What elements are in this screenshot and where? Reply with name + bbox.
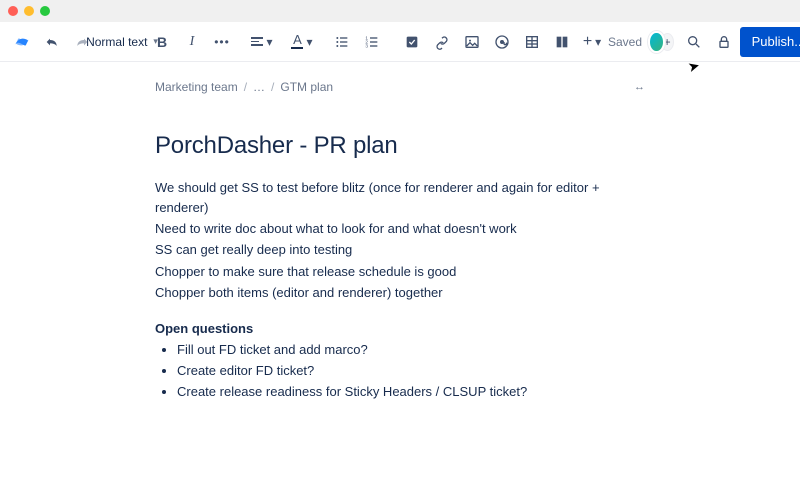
save-status: Saved (608, 35, 642, 49)
body-paragraph[interactable]: Chopper both items (editor and renderer)… (155, 283, 645, 303)
page-width-toggle-icon[interactable]: ↔ (634, 81, 645, 93)
window-minimize-dot[interactable] (24, 6, 34, 16)
body-paragraph[interactable]: Need to write doc about what to look for… (155, 219, 645, 239)
restrictions-button[interactable] (710, 28, 738, 56)
align-left-icon (251, 37, 263, 46)
numbered-list-button[interactable]: 123 (358, 28, 386, 56)
bold-button[interactable]: B (148, 28, 176, 56)
redo-button[interactable] (68, 28, 96, 56)
window-titlebar (0, 0, 800, 22)
insert-more-dropdown[interactable]: + ▾ (578, 28, 606, 56)
section-heading[interactable]: Open questions (155, 321, 645, 336)
layouts-button[interactable] (548, 28, 576, 56)
bullet-list-button[interactable] (328, 28, 356, 56)
link-button[interactable] (428, 28, 456, 56)
publish-label: Publish... (752, 34, 800, 49)
list-item[interactable]: Create release readiness for Sticky Head… (177, 382, 645, 402)
chevron-down-icon: ▾ (306, 35, 312, 49)
chevron-down-icon: ▾ (266, 35, 272, 49)
text-color-dropdown[interactable]: A ▾ (288, 28, 316, 56)
table-button[interactable] (518, 28, 546, 56)
breadcrumb-root[interactable]: Marketing team (155, 80, 238, 94)
breadcrumb-ellipsis[interactable]: … (253, 80, 265, 94)
undo-button[interactable] (38, 28, 66, 56)
body-paragraph[interactable]: We should get SS to test before blitz (o… (155, 178, 645, 218)
body-paragraph[interactable]: SS can get really deep into testing (155, 240, 645, 260)
publish-button[interactable]: Publish... (740, 27, 800, 57)
image-button[interactable] (458, 28, 486, 56)
editor-toolbar: Normal text ▾ B I ••• ▾ A ▾ 123 (0, 22, 800, 62)
chevron-down-icon: ▾ (595, 35, 601, 49)
breadcrumb-separator: / (244, 80, 247, 94)
open-questions-list[interactable]: Fill out FD ticket and add marco? Create… (155, 340, 645, 402)
list-item[interactable]: Create editor FD ticket? (177, 361, 645, 381)
confluence-logo[interactable] (8, 28, 36, 56)
breadcrumb-current[interactable]: GTM plan (280, 80, 333, 94)
action-item-button[interactable] (398, 28, 426, 56)
window-zoom-dot[interactable] (40, 6, 50, 16)
alignment-dropdown[interactable]: ▾ (248, 28, 276, 56)
color-swatch (291, 47, 303, 49)
page-title[interactable]: PorchDasher - PR plan (155, 132, 645, 160)
breadcrumb: Marketing team / … / GTM plan ↔ (155, 80, 645, 94)
avatar[interactable] (648, 31, 665, 53)
more-formatting-button[interactable]: ••• (208, 28, 236, 56)
svg-text:3: 3 (365, 43, 368, 48)
body-paragraph[interactable]: Chopper to make sure that release schedu… (155, 262, 645, 282)
mention-button[interactable] (488, 28, 516, 56)
window-close-dot[interactable] (8, 6, 18, 16)
breadcrumb-separator: / (271, 80, 274, 94)
text-style-dropdown[interactable]: Normal text ▾ (108, 28, 136, 56)
list-item[interactable]: Fill out FD ticket and add marco? (177, 340, 645, 360)
italic-button[interactable]: I (178, 28, 206, 56)
find-button[interactable] (680, 28, 708, 56)
editor-canvas[interactable]: Marketing team / … / GTM plan ↔ PorchDas… (0, 62, 800, 500)
